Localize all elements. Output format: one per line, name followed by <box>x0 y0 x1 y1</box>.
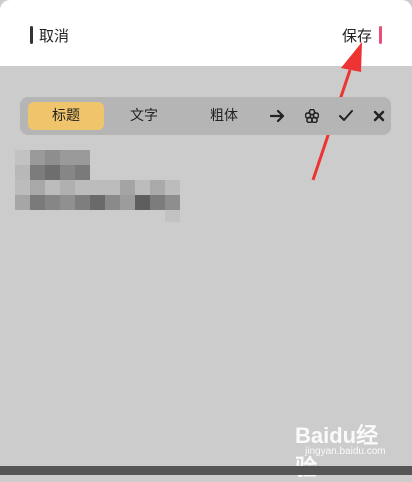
close-icon[interactable] <box>369 102 389 130</box>
tab-bold-label: 粗体 <box>210 108 238 124</box>
watermark-subtext: jingyan.baidu.com <box>305 446 386 457</box>
arrow-right-icon[interactable] <box>268 102 288 130</box>
baidu-watermark: Baidu经验 jingyan.baidu.com <box>275 418 395 480</box>
bottom-bar <box>0 466 412 475</box>
format-toolbar: 标题 文字 粗体 <box>20 97 391 135</box>
tab-title[interactable]: 标题 <box>28 102 104 130</box>
tab-bold[interactable]: 粗体 <box>196 102 252 130</box>
tab-text[interactable]: 文字 <box>116 102 172 130</box>
flower-icon[interactable] <box>302 102 322 130</box>
tab-title-label: 标题 <box>52 108 80 124</box>
tab-text-label: 文字 <box>130 108 158 124</box>
check-icon[interactable] <box>336 102 356 130</box>
